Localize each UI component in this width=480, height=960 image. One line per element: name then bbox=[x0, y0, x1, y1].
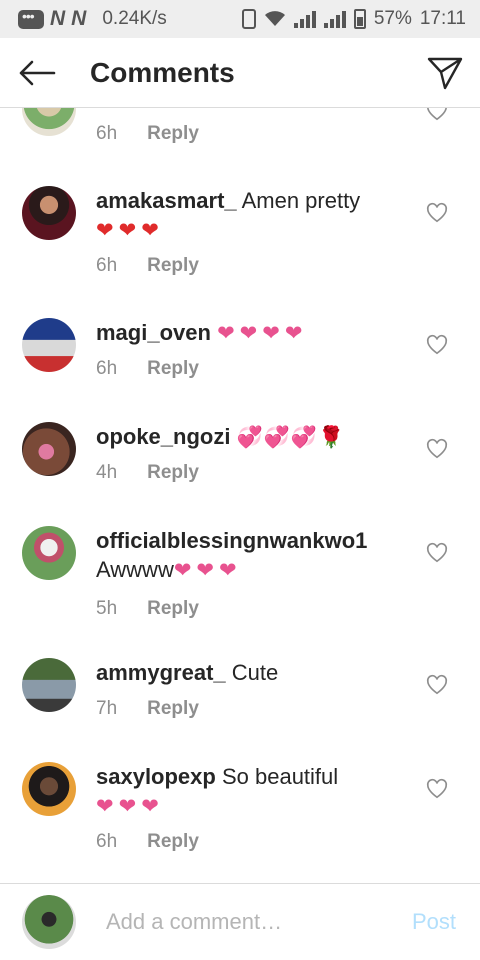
avatar[interactable] bbox=[22, 762, 76, 816]
comment-text: Awwww bbox=[96, 557, 174, 582]
comment-text: Cute bbox=[231, 660, 279, 685]
avatar[interactable] bbox=[22, 422, 76, 476]
clock: 17:11 bbox=[419, 8, 466, 29]
username[interactable]: opoke_ngozi bbox=[96, 424, 230, 449]
comment-meta: 6h Reply bbox=[96, 123, 199, 145]
comment-body: amakasmart_ Amen pretty ❤❤❤ bbox=[96, 186, 406, 245]
comment-meta: 4h Reply bbox=[96, 462, 199, 484]
signal-icon bbox=[323, 10, 346, 28]
battery-level: 57% bbox=[373, 8, 412, 29]
wifi-icon bbox=[264, 11, 285, 26]
back-button[interactable] bbox=[2, 38, 72, 108]
like-heart-icon[interactable] bbox=[426, 108, 448, 122]
comment-body: ammygreat_ Cute bbox=[96, 658, 406, 687]
post-button[interactable]: Post bbox=[412, 909, 456, 935]
message-notification-icon bbox=[18, 8, 44, 29]
emoji-text: ❤❤❤ bbox=[96, 219, 164, 242]
comment-body: officialblessingnwankwo1 Awwww❤❤❤ bbox=[96, 526, 406, 585]
like-heart-icon[interactable] bbox=[426, 674, 448, 696]
header-bar: Comments bbox=[0, 38, 480, 108]
comment-body: magi_oven ❤❤❤❤ bbox=[96, 318, 406, 348]
avatar[interactable] bbox=[22, 186, 76, 240]
comment-meta: 7h Reply bbox=[96, 698, 199, 720]
page-title: Comments bbox=[90, 56, 235, 88]
comment-time: 6h bbox=[96, 831, 118, 852]
comment-meta: 6h Reply bbox=[96, 358, 199, 380]
n-notification-icon: N bbox=[50, 7, 66, 30]
comment-time: 6h bbox=[96, 358, 118, 379]
reply-button[interactable]: Reply bbox=[147, 462, 199, 484]
reply-button[interactable]: Reply bbox=[147, 255, 199, 277]
comment-composer: Post bbox=[0, 883, 480, 960]
username[interactable]: officialblessingnwankwo1 bbox=[96, 528, 367, 553]
status-bar: N N 0.24K/s 57% 17:11 bbox=[0, 0, 480, 38]
comment-time: 6h bbox=[96, 255, 118, 276]
comment-text: So beautiful bbox=[221, 764, 339, 789]
comment-meta: 6h Reply bbox=[96, 831, 199, 853]
comment-body: saxylopexp So beautiful ❤❤❤ bbox=[96, 762, 406, 821]
username[interactable]: magi_oven bbox=[96, 320, 211, 345]
reply-button[interactable]: Reply bbox=[147, 831, 199, 853]
emoji-text: 💞💞💞🌹 bbox=[236, 426, 346, 449]
back-arrow-icon bbox=[19, 60, 56, 85]
username[interactable]: ammygreat_ bbox=[96, 660, 226, 685]
comment-time: 6h bbox=[96, 123, 118, 144]
comment-input[interactable] bbox=[106, 909, 386, 935]
comment-list[interactable]: ● ● ● ● ● 6h Reply amakasmart_ Amen pret… bbox=[0, 108, 480, 883]
comment-time: 7h bbox=[96, 698, 118, 719]
comment-body: opoke_ngozi 💞💞💞🌹 bbox=[96, 422, 406, 452]
reply-button[interactable]: Reply bbox=[147, 598, 199, 620]
comment-time: 4h bbox=[96, 462, 118, 483]
like-heart-icon[interactable] bbox=[426, 438, 448, 460]
comment-time: 5h bbox=[96, 598, 118, 619]
emoji-text: ❤❤❤ bbox=[173, 559, 242, 582]
like-heart-icon[interactable] bbox=[426, 778, 448, 800]
vibrate-icon bbox=[241, 9, 256, 29]
username[interactable]: saxylopexp bbox=[96, 764, 216, 789]
send-icon bbox=[427, 57, 463, 89]
emoji-text: ● ● ● ● ● bbox=[96, 108, 228, 113]
battery-icon bbox=[353, 9, 366, 29]
avatar[interactable] bbox=[22, 658, 76, 712]
avatar[interactable] bbox=[22, 526, 76, 580]
network-speed: 0.24K/s bbox=[102, 8, 167, 29]
reply-button[interactable]: Reply bbox=[147, 358, 199, 380]
current-user-avatar bbox=[22, 895, 76, 949]
emoji-text: ❤❤❤ bbox=[96, 795, 164, 818]
reply-button[interactable]: Reply bbox=[147, 123, 199, 145]
avatar[interactable] bbox=[22, 108, 76, 136]
like-heart-icon[interactable] bbox=[426, 202, 448, 224]
avatar[interactable] bbox=[22, 318, 76, 372]
like-heart-icon[interactable] bbox=[426, 542, 448, 564]
comment-text: Amen pretty bbox=[241, 188, 361, 213]
like-heart-icon[interactable] bbox=[426, 334, 448, 356]
n-notification-icon: N bbox=[71, 7, 87, 30]
comment-body: ● ● ● ● ● bbox=[96, 108, 406, 114]
username[interactable]: amakasmart_ bbox=[96, 188, 237, 213]
comment-meta: 5h Reply bbox=[96, 598, 199, 620]
signal-icon bbox=[293, 10, 316, 28]
comment-meta: 6h Reply bbox=[96, 255, 199, 277]
emoji-text: ❤❤❤❤ bbox=[217, 322, 308, 345]
reply-button[interactable]: Reply bbox=[147, 698, 199, 720]
share-button[interactable] bbox=[410, 38, 480, 108]
